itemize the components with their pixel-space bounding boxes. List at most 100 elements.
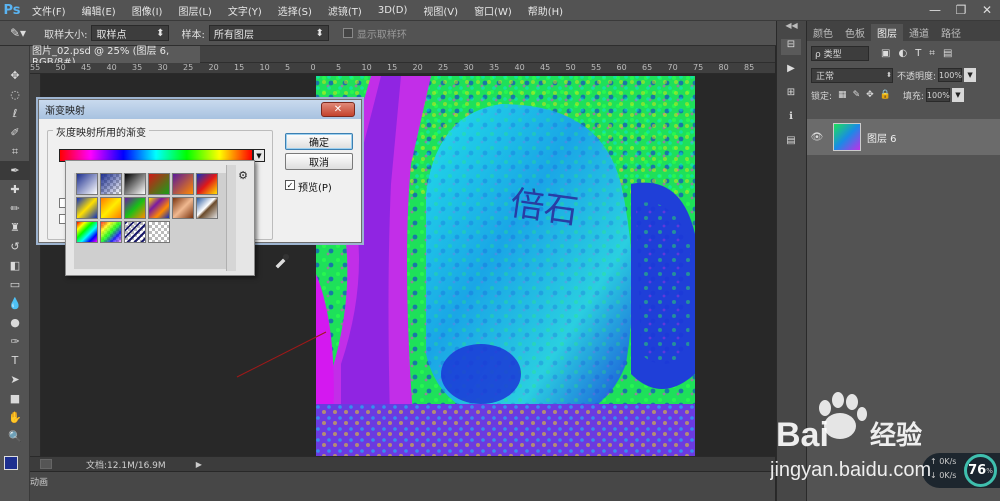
type-tool-icon[interactable]: T [0, 351, 30, 370]
preview-checkbox[interactable]: ✓ [285, 180, 295, 190]
history-panel-icon[interactable]: ⊟ [781, 39, 801, 55]
gear-icon[interactable]: ⚙ [238, 169, 248, 182]
adjustments-panel-icon[interactable]: ⊞ [781, 87, 801, 103]
menu-help[interactable]: 帮助(H) [520, 3, 571, 18]
menu-image[interactable]: 图像(I) [124, 3, 171, 18]
menu-type[interactable]: 文字(Y) [220, 3, 270, 18]
menu-edit[interactable]: 编辑(E) [74, 3, 124, 18]
eyedropper-tool-icon[interactable]: ✒ [0, 161, 30, 180]
close-window-button[interactable]: ✕ [974, 0, 1000, 20]
eyedropper-preset-icon[interactable]: ✎▾ [10, 26, 26, 40]
status-menu-icon[interactable] [40, 459, 52, 469]
layer-row[interactable]: 👁 图层 6 [807, 119, 1000, 155]
horizontal-ruler[interactable]: 55 50 45 40 35 30 25 20 15 10 5 0 5 10 15 20 25 30 35 40 45 5… [30, 63, 775, 74]
gradient-swatch-blue-yellow-blue[interactable] [76, 197, 98, 219]
path-select-tool-icon[interactable]: ➤ [0, 370, 30, 389]
gradient-swatch-spectrum[interactable] [76, 221, 98, 243]
tab-color[interactable]: 颜色 [807, 24, 839, 41]
filter-shape-icon[interactable]: ⌗ [929, 48, 935, 59]
stamp-tool-icon[interactable]: ♜ [0, 218, 30, 237]
gradient-swatch-transparent-stripes[interactable] [124, 221, 146, 243]
zoom-tool-icon[interactable]: 🔍 [0, 427, 30, 446]
gradient-swatch-fill [125, 222, 145, 242]
status-arrow-icon[interactable]: ▶ [196, 460, 202, 469]
menu-layer[interactable]: 图层(L) [170, 3, 219, 18]
gradient-swatch-blue-red-yellow[interactable] [196, 173, 218, 195]
collapse-panels-icon[interactable]: ◀◀ [777, 21, 806, 35]
dodge-tool-icon[interactable]: ● [0, 313, 30, 332]
gradient-swatch-black-white[interactable] [124, 173, 146, 195]
lock-all-icon[interactable]: 🔒 [880, 90, 891, 100]
lock-transparent-icon[interactable]: ▦ [838, 90, 847, 100]
ok-button[interactable]: 确定 [285, 133, 353, 150]
tab-swatches[interactable]: 色板 [839, 24, 871, 41]
menu-filter[interactable]: 滤镜(T) [320, 3, 370, 18]
tab-channels[interactable]: 通道 [903, 24, 935, 41]
filter-adjust-icon[interactable]: ◐ [898, 48, 907, 59]
menu-window[interactable]: 窗口(W) [466, 3, 520, 18]
gradient-swatch-chrome[interactable] [196, 197, 218, 219]
minimize-button[interactable]: — [922, 0, 948, 20]
sample-size-select[interactable]: 取样点 ⬍ [91, 25, 170, 41]
gradient-tool-icon[interactable]: ▭ [0, 275, 30, 294]
restore-button[interactable]: ❐ [948, 0, 974, 20]
gradient-swatch-red-green[interactable] [148, 173, 170, 195]
eye-icon[interactable]: 👁 [807, 132, 827, 143]
tab-layers[interactable]: 图层 [871, 24, 903, 41]
show-ring-checkbox[interactable] [342, 28, 353, 38]
menu-view[interactable]: 视图(V) [415, 3, 466, 18]
color-swatches[interactable] [0, 450, 30, 480]
blend-mode-select[interactable]: 正常 ⬍ [811, 67, 893, 83]
blur-tool-icon[interactable]: 💧 [0, 294, 30, 313]
lock-move-icon[interactable]: ✥ [866, 90, 874, 100]
menu-file[interactable]: 文件(F) [24, 3, 74, 18]
gradient-swatch-fg-transparent[interactable] [100, 173, 122, 195]
gradient-swatch-transparent-rainbow[interactable] [100, 221, 122, 243]
cancel-button[interactable]: 取消 [285, 153, 353, 170]
gradient-swatch-yellow-violet-orange-blue[interactable] [148, 197, 170, 219]
crop-tool-icon[interactable]: ⌗ [0, 142, 30, 161]
quick-select-tool-icon[interactable]: ✐ [0, 123, 30, 142]
gradient-swatch-copper[interactable] [172, 197, 194, 219]
fill-dropdown-icon[interactable]: ▼ [951, 88, 964, 102]
gradient-swatch-fg-bg[interactable] [76, 173, 98, 195]
opacity-dropdown-icon[interactable]: ▼ [964, 68, 977, 82]
shape-tool-icon[interactable]: ■ [0, 389, 30, 408]
marquee-tool-icon[interactable]: ◌ [0, 85, 30, 104]
filter-smart-icon[interactable]: ▤ [943, 48, 952, 59]
opacity-input[interactable]: 100% [938, 68, 963, 82]
gradient-swatch-violet-orange[interactable] [172, 173, 194, 195]
ruler-mark: 10 [361, 63, 372, 72]
menu-select[interactable]: 选择(S) [270, 3, 320, 18]
foreground-color[interactable] [4, 456, 18, 470]
dialog-close-button[interactable]: ✕ [321, 102, 355, 117]
fill-input[interactable]: 100% [925, 88, 950, 102]
gradient-swatch-fill [173, 198, 193, 218]
picker-scrollbar[interactable] [226, 165, 236, 271]
layer-filter-select[interactable]: ρ 类型 [811, 45, 869, 61]
dialog-title-bar[interactable]: 渐变映射 ✕ [39, 100, 361, 119]
lock-paint-icon[interactable]: ✎ [853, 90, 861, 100]
eraser-tool-icon[interactable]: ◧ [0, 256, 30, 275]
lasso-tool-icon[interactable]: ℓ [0, 104, 30, 123]
gradient-swatch-violet-green-orange[interactable] [124, 197, 146, 219]
filter-type-icon[interactable]: T [915, 48, 921, 59]
document-tab[interactable]: 图片_02.psd @ 25% (图层 6, RGB/8#) [30, 46, 200, 68]
history-brush-icon[interactable]: ↺ [0, 237, 30, 256]
brush-tool-icon[interactable]: ✏ [0, 199, 30, 218]
gradient-swatch-empty[interactable] [148, 221, 170, 243]
sample-select[interactable]: 所有图层 ⬍ [208, 25, 329, 41]
move-tool-icon[interactable]: ✥ [0, 66, 30, 85]
gradient-swatch-orange-yellow-orange[interactable] [100, 197, 122, 219]
menu-3d[interactable]: 3D(D) [370, 5, 416, 16]
hand-tool-icon[interactable]: ✋ [0, 408, 30, 427]
bottom-panel-tab[interactable]: 动画 [30, 472, 775, 501]
gradient-swatch-fill [125, 198, 145, 218]
filter-pixel-icon[interactable]: ▣ [881, 48, 890, 59]
pen-tool-icon[interactable]: ✑ [0, 332, 30, 351]
properties-panel-icon[interactable]: ℹ [781, 111, 801, 127]
tab-paths[interactable]: 路径 [935, 24, 967, 41]
actions-panel-icon[interactable]: ▶ [781, 63, 801, 79]
healing-tool-icon[interactable]: ✚ [0, 180, 30, 199]
notes-panel-icon[interactable]: ▤ [781, 135, 801, 151]
